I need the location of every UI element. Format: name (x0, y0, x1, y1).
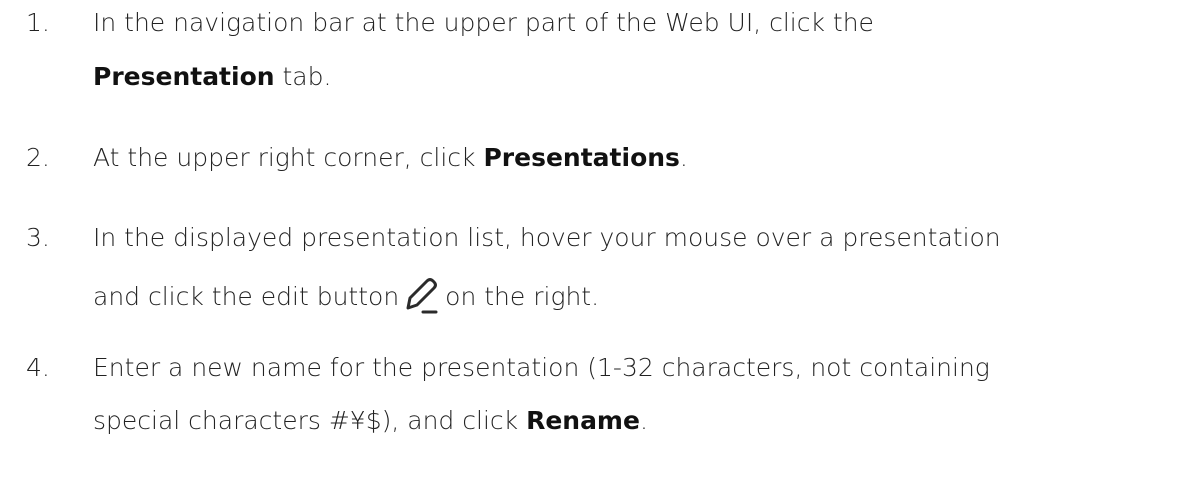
step-text-line-2: Presentation tab. (93, 62, 332, 91)
step-number: 1. (26, 8, 50, 37)
presentations-button-label: Presentations (483, 143, 680, 172)
step-text-line-2: and click the edit button on the right. (93, 275, 599, 315)
step-text: In the navigation bar at the upper part … (93, 8, 874, 37)
step-text: In the displayed presentation list, hove… (93, 223, 1001, 252)
pencil-edit-icon (403, 275, 439, 315)
step-number: 4. (26, 353, 50, 382)
step-text-line-2: special characters #¥$), and click Renam… (93, 406, 648, 435)
rename-button-label: Rename (526, 406, 640, 435)
instruction-steps: 1. In the navigation bar at the upper pa… (0, 0, 1197, 477)
step-number: 3. (26, 223, 50, 252)
step-text: At the upper right corner, click Present… (93, 143, 688, 172)
presentation-tab-label: Presentation (93, 62, 275, 91)
step-text: Enter a new name for the presentation (1… (93, 353, 990, 382)
step-number: 2. (26, 143, 50, 172)
